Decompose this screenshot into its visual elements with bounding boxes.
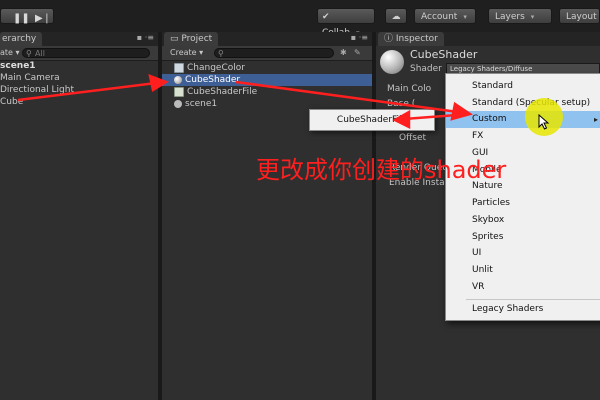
arrow-head: [392, 109, 411, 130]
arrow-material-to-custom: [235, 80, 459, 114]
annotation-text: 更改成你创建的shader: [256, 156, 507, 184]
annotation-arrows: [17, 74, 473, 130]
arrow-head: [148, 74, 169, 92]
arrow-cube-to-material: [17, 81, 157, 102]
arrow-head: [450, 101, 473, 121]
